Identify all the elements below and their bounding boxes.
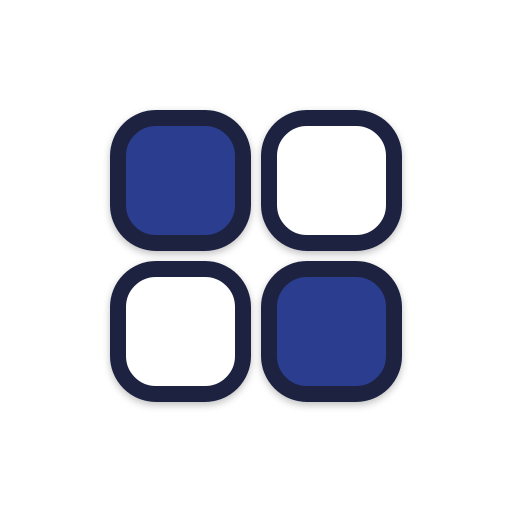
tile-bottom-left [110, 261, 251, 402]
icon-canvas [0, 0, 512, 512]
grid-icon [110, 110, 402, 402]
tile-top-left [110, 110, 251, 251]
tile-bottom-right [261, 261, 402, 402]
tile-top-right [261, 110, 402, 251]
